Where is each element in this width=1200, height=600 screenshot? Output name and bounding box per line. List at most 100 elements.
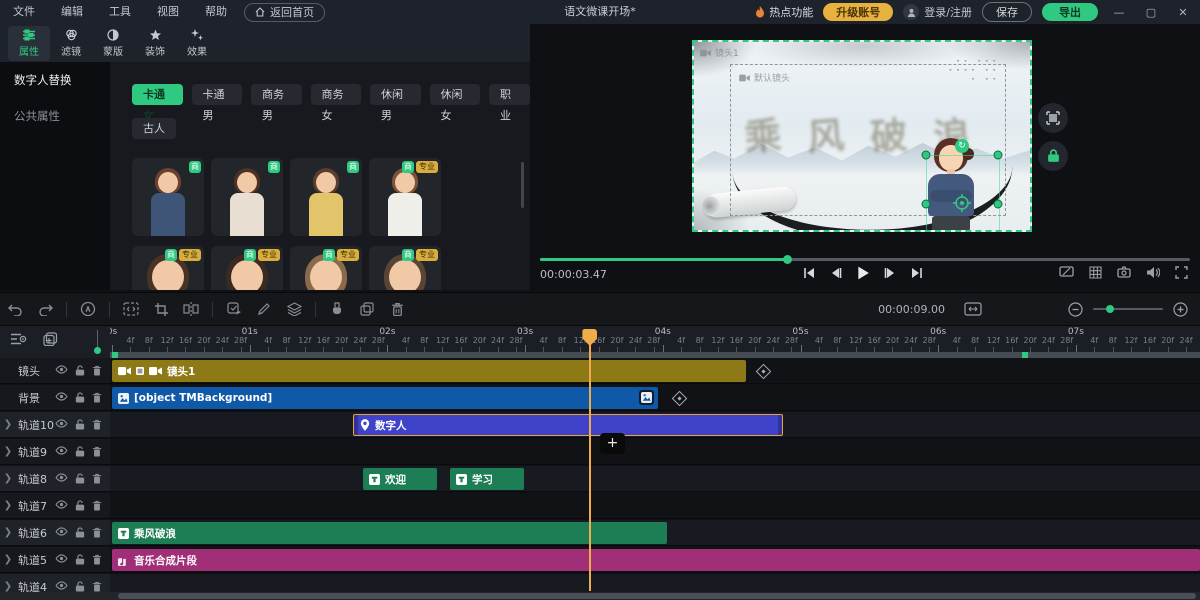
menu-工具[interactable]: 工具 (96, 0, 144, 24)
maximize-button[interactable]: ▢ (1140, 6, 1162, 19)
zoom-slider-knob[interactable] (1106, 305, 1114, 313)
rotate-handle[interactable]: ↻ (955, 139, 969, 153)
toggle-visibility-icon[interactable] (55, 392, 68, 403)
avatar-card[interactable]: 商 (211, 158, 283, 236)
redo-button[interactable] (30, 303, 60, 316)
prev-frame-button[interactable] (829, 266, 843, 280)
clip-数字人[interactable]: 数字人 (353, 414, 783, 436)
track-lane-轨道8[interactable]: 欢迎学习 (110, 466, 1200, 492)
code-box-button[interactable] (116, 302, 146, 316)
multi-select-button[interactable] (219, 302, 249, 316)
track-lane-轨道7[interactable] (110, 493, 1200, 519)
avatar-card[interactable]: 商专业 (132, 246, 204, 290)
hot-features-button[interactable]: 热点功能 (755, 4, 813, 20)
skip-start-button[interactable] (802, 266, 816, 280)
lock-track-icon[interactable] (75, 554, 85, 565)
resize-handle[interactable] (922, 151, 931, 160)
lock-track-icon[interactable] (75, 527, 85, 538)
brush-clean-button[interactable] (322, 302, 352, 316)
add-keyframe-diamond[interactable] (756, 364, 772, 380)
record-point-button[interactable] (73, 301, 103, 317)
toggle-visibility-icon[interactable] (55, 419, 68, 430)
sidebar-item-公共属性[interactable]: 公共属性 (0, 98, 110, 134)
delete-track-icon[interactable] (92, 365, 102, 376)
expand-chevron-icon[interactable]: ❯ (0, 500, 16, 511)
expand-chevron-icon[interactable]: ❯ (0, 554, 16, 565)
split-button[interactable] (176, 302, 206, 316)
volume-button[interactable] (1146, 266, 1160, 279)
track-manager-button[interactable] (10, 332, 27, 346)
grid-view-button[interactable] (1089, 266, 1102, 279)
clip-学习[interactable]: 学习 (450, 468, 524, 490)
delete-track-icon[interactable] (92, 473, 102, 484)
anchor-target-icon[interactable] (953, 194, 971, 212)
delete-track-icon[interactable] (92, 581, 102, 592)
skip-end-button[interactable] (910, 266, 924, 280)
clip-镜头1[interactable]: 镜头1 (112, 360, 746, 382)
copy-button[interactable] (352, 302, 382, 316)
lock-track-icon[interactable] (75, 473, 85, 484)
add-keyframe-diamond[interactable] (672, 391, 688, 407)
avatar-card[interactable]: 商专业 (290, 246, 362, 290)
zoom-out-button[interactable] (1068, 302, 1083, 317)
layers-button[interactable] (279, 302, 309, 316)
track-lane-背景[interactable]: [object TMBackground] (110, 385, 1200, 411)
delete-track-icon[interactable] (92, 419, 102, 430)
category-chip-商务男[interactable]: 商务男 (251, 84, 302, 105)
lock-track-icon[interactable] (75, 419, 85, 430)
minimize-button[interactable]: — (1108, 6, 1130, 19)
tab-装饰[interactable]: 装饰 (134, 26, 176, 61)
lock-track-icon[interactable] (75, 500, 85, 511)
category-chip-卡通女[interactable]: 卡通女 (132, 84, 183, 105)
export-button[interactable]: 导出 (1042, 3, 1098, 21)
expand-chevron-icon[interactable]: ❯ (0, 473, 16, 484)
lock-button[interactable] (1038, 141, 1068, 171)
crop-button[interactable] (146, 302, 176, 317)
login-button[interactable]: 登录/注册 (903, 4, 972, 20)
track-lane-轨道10[interactable]: 数字人 (110, 412, 1200, 438)
resize-handle[interactable] (922, 199, 931, 208)
tab-滤镜[interactable]: 滤镜 (50, 26, 92, 61)
delete-track-icon[interactable] (92, 500, 102, 511)
playhead-line[interactable] (589, 330, 591, 591)
lock-track-icon[interactable] (75, 365, 85, 376)
panel-scrollbar[interactable] (521, 162, 524, 208)
timeline-ruler[interactable]: 0s4f8f12f16f20f24f28f01s4f8f12f16f20f24f… (110, 326, 1200, 358)
menu-帮助[interactable]: 帮助 (192, 0, 240, 24)
category-chip-卡通男[interactable]: 卡通男 (192, 84, 243, 105)
mirror-screen-button[interactable] (1059, 266, 1074, 279)
delete-track-icon[interactable] (92, 527, 102, 538)
category-chip-休闲男[interactable]: 休闲男 (370, 84, 421, 105)
fullscreen-button[interactable] (1175, 266, 1188, 279)
category-chip-职业[interactable]: 职业 (489, 84, 530, 105)
lock-track-icon[interactable] (75, 446, 85, 457)
expand-chevron-icon[interactable]: ❯ (0, 527, 16, 538)
expand-chevron-icon[interactable]: ❯ (0, 446, 16, 457)
expand-chevron-icon[interactable]: ❯ (0, 581, 16, 592)
horizontal-scrollbar-thumb[interactable] (118, 593, 1196, 599)
in-point-dot[interactable] (94, 347, 101, 354)
delete-track-icon[interactable] (92, 554, 102, 565)
next-frame-button[interactable] (883, 266, 897, 280)
lock-track-icon[interactable] (75, 392, 85, 403)
snapshot-button[interactable] (1117, 266, 1131, 279)
resize-handle[interactable] (994, 151, 1003, 160)
avatar-card[interactable]: 商 (132, 158, 204, 236)
track-lane-轨道4[interactable] (110, 574, 1200, 592)
lock-track-icon[interactable] (75, 581, 85, 592)
category-chip-休闲女[interactable]: 休闲女 (430, 84, 481, 105)
close-window-button[interactable]: ✕ (1172, 6, 1194, 19)
timeline-zoom-slider[interactable] (1093, 308, 1163, 310)
tab-效果[interactable]: 效果 (176, 26, 218, 61)
fit-timeline-button[interactable] (964, 302, 982, 316)
sidebar-item-数字人替换[interactable]: 数字人替换 (0, 62, 110, 98)
add-keyframe-at-playhead-button[interactable]: + (600, 433, 625, 454)
undo-button[interactable] (0, 303, 30, 316)
toggle-visibility-icon[interactable] (55, 473, 68, 484)
tab-蒙版[interactable]: 蒙版 (92, 26, 134, 61)
delete-button[interactable] (382, 302, 412, 316)
clip-乘风破浪[interactable]: 乘风破浪 (112, 522, 667, 544)
clip-欢迎[interactable]: 欢迎 (363, 468, 437, 490)
in-point-marker[interactable] (97, 330, 98, 348)
track-lane-轨道6[interactable]: 乘风破浪 (110, 520, 1200, 546)
